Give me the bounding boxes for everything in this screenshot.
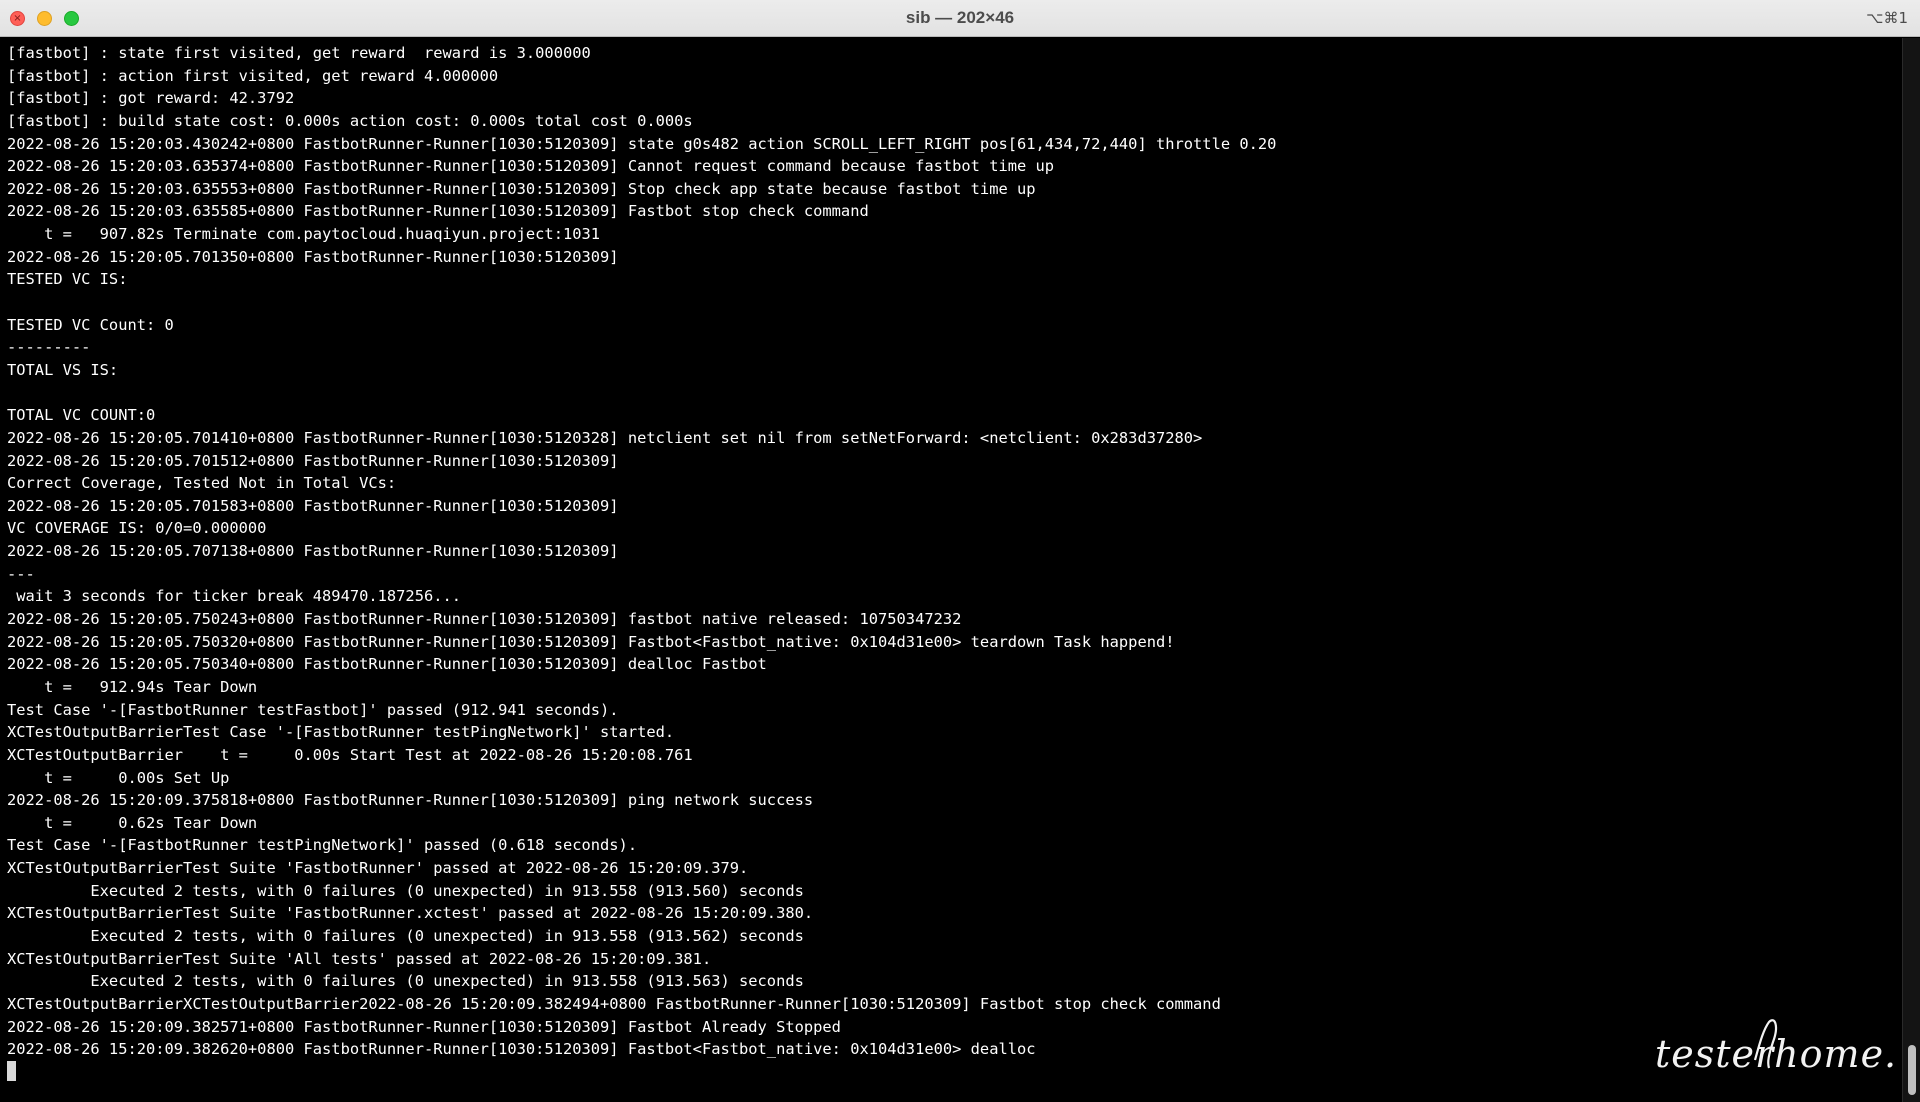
terminal-line: wait 3 seconds for ticker break 489470.1… [7,587,462,606]
terminal-line: 2022-08-26 15:20:05.750320+0800 FastbotR… [7,632,1175,651]
terminal-line: t = 0.62s Tear Down [7,813,258,832]
terminal-line: 2022-08-26 15:20:05.701583+0800 FastbotR… [7,496,619,515]
terminal-line: t = 0.00s Set Up [7,768,230,787]
terminal-line: 2022-08-26 15:20:05.750340+0800 FastbotR… [7,655,767,674]
terminal-window: × sib — 202×46 ⌥⌘1 [fastbot] : state fir… [0,0,1920,1102]
terminal-line: [fastbot] : got reward: 42.3792 [7,89,295,108]
terminal-line: 2022-08-26 15:20:05.701350+0800 FastbotR… [7,247,619,266]
terminal-line: 2022-08-26 15:20:09.382571+0800 FastbotR… [7,1017,841,1036]
terminal-line: XCTestOutputBarrierTest Suite 'All tests… [7,949,712,968]
terminal-line: 2022-08-26 15:20:05.701512+0800 FastbotR… [7,451,619,470]
terminal-line: 2022-08-26 15:20:03.635585+0800 FastbotR… [7,202,869,221]
terminal-line: [fastbot] : build state cost: 0.000s act… [7,111,693,130]
terminal-line: 2022-08-26 15:20:09.382620+0800 FastbotR… [7,1040,1036,1059]
terminal-line: Executed 2 tests, with 0 failures (0 une… [7,926,804,945]
prompt-line[interactable] [7,1060,1898,1084]
scrollbar-thumb[interactable] [1908,1045,1916,1095]
terminal-line: XCTestOutputBarrierTest Suite 'FastbotRu… [7,904,814,923]
terminal-line: TOTAL VS IS: [7,360,119,379]
terminal-line: 2022-08-26 15:20:09.375818+0800 FastbotR… [7,791,814,810]
terminal-line: --- [7,564,35,583]
terminal-line: XCTestOutputBarrierTest Suite 'FastbotRu… [7,859,749,878]
terminal-line: Executed 2 tests, with 0 failures (0 une… [7,972,804,991]
window-title: sib — 202×46 [905,8,1015,27]
terminal-line: t = 912.94s Tear Down [7,677,258,696]
terminal-line: 2022-08-26 15:20:05.750243+0800 FastbotR… [7,610,962,629]
terminal-line: [fastbot] : action first visited, get re… [7,66,499,85]
title-bar[interactable]: × sib — 202×46 ⌥⌘1 [0,0,1920,37]
scrollbar-track[interactable] [1902,38,1920,1102]
terminal-line: Test Case '-[FastbotRunner testPingNetwo… [7,836,638,855]
terminal-line: 2022-08-26 15:20:05.707138+0800 FastbotR… [7,542,619,561]
terminal-line: TOTAL VC COUNT:0 [7,406,156,425]
terminal-line: Executed 2 tests, with 0 failures (0 une… [7,881,804,900]
terminal-line: 2022-08-26 15:20:03.635374+0800 FastbotR… [7,157,1055,176]
terminal-line: Test Case '-[FastbotRunner testFastbot]'… [7,700,619,719]
terminal-line: --------- [7,338,91,357]
terminal-line: [fastbot] : state first visited, get rew… [7,44,591,62]
terminal-line: XCTestOutputBarrierXCTestOutputBarrier20… [7,994,1221,1013]
terminal-line: 2022-08-26 15:20:05.701410+0800 FastbotR… [7,428,1203,447]
watermark: testerhome.co [1655,1008,1898,1086]
terminal-line: Correct Coverage, Tested Not in Total VC… [7,474,397,493]
terminal-line: VC COVERAGE IS: 0/0=0.000000 [7,519,267,538]
terminal-line: t = 907.82s Terminate com.paytocloud.hua… [7,225,601,244]
window-shortcut: ⌥⌘1 [1866,9,1908,27]
terminal-line: XCTestOutputBarrierTest Case '-[FastbotR… [7,723,675,742]
terminal-line: 2022-08-26 15:20:03.430242+0800 FastbotR… [7,134,1277,153]
terminal-line: TESTED VC Count: 0 [7,315,174,334]
terminal-line: TESTED VC IS: [7,270,128,289]
terminal-line: XCTestOutputBarrier t = 0.00s Start Test… [7,745,693,764]
terminal-line: 2022-08-26 15:20:03.635553+0800 FastbotR… [7,179,1036,198]
terminal-output[interactable]: [fastbot] : state first visited, get rew… [0,38,1898,1102]
watermark-text: testerhome.co [1655,1032,1898,1076]
text-cursor [7,1060,16,1081]
